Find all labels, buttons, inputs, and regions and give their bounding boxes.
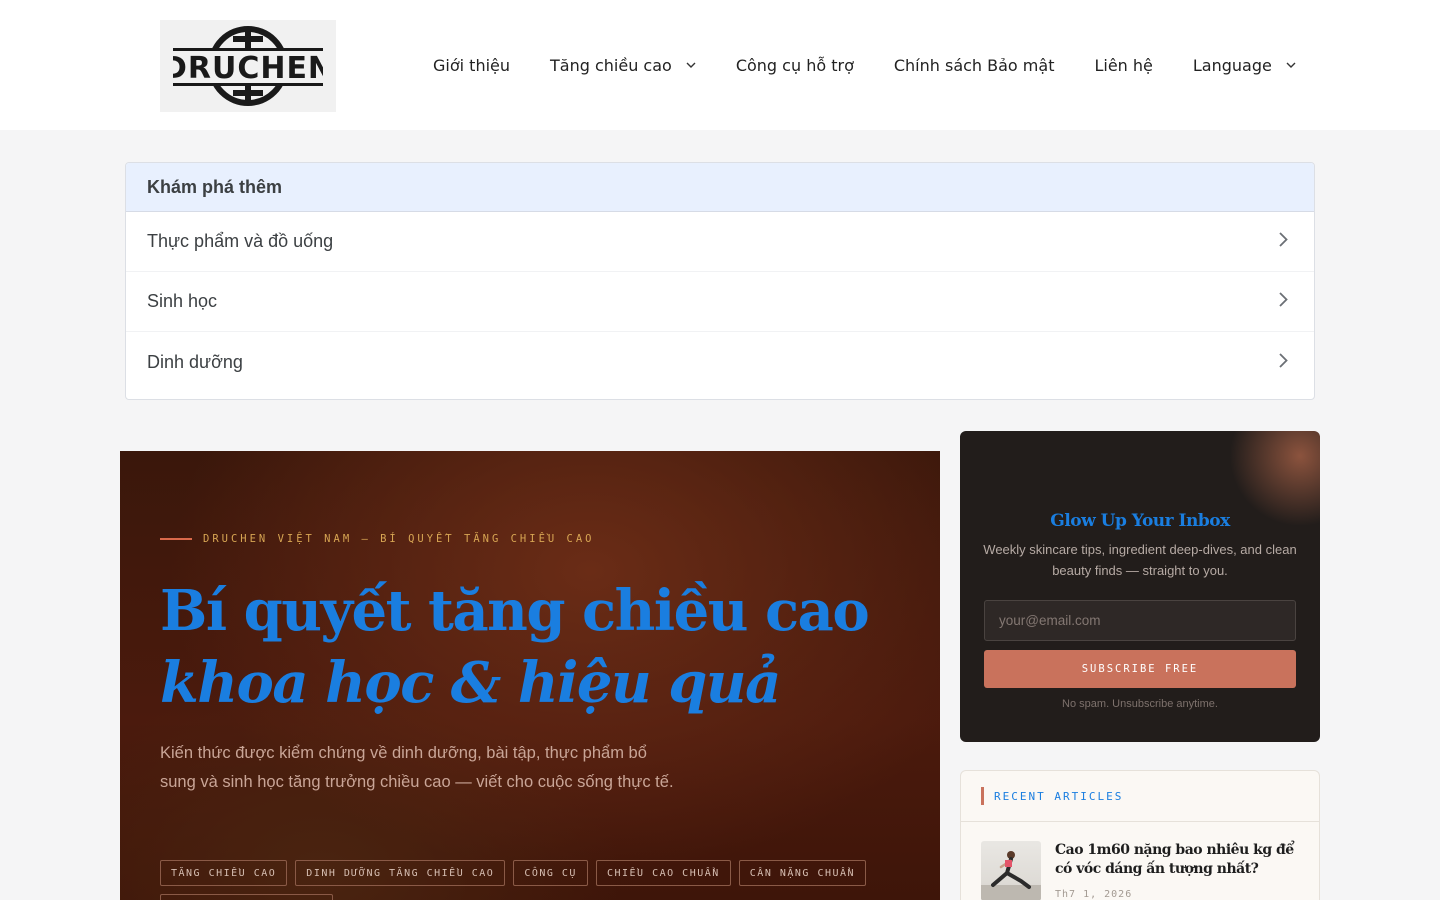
explore-title: Khám phá thêm (126, 163, 1314, 212)
hero-tags: TĂNG CHIỀU CAO DINH DƯỠNG TĂNG CHIỀU CAO… (160, 860, 880, 900)
recent-article-item[interactable]: Cao 1m60 nặng bao nhiêu kg để có vóc dán… (981, 841, 1305, 900)
newsletter-title: Glow Up Your Inbox (1050, 511, 1230, 531)
email-field[interactable] (984, 600, 1296, 641)
explore-item-dinh-duong[interactable]: Dinh dưỡng (126, 332, 1314, 392)
exercise-photo-icon (981, 851, 1041, 900)
article-text: Cao 1m60 nặng bao nhiêu kg để có vóc dán… (1055, 841, 1305, 900)
nav-item-cong-cu[interactable]: Công cụ hỗ trợ (716, 45, 874, 85)
recent-articles-header: RECENT ARTICLES (961, 771, 1319, 822)
tag-can-nang-chuan[interactable]: CÂN NẶNG CHUẨN (738, 860, 867, 886)
hero-title-italic: khoa học & hiệu quả (160, 650, 781, 716)
article-title: Cao 1m60 nặng bao nhiêu kg để có vóc dán… (1055, 842, 1294, 877)
nav-label: Liên hệ (1094, 55, 1153, 75)
nav-item-tang-chieu-cao[interactable]: Tăng chiều cao (530, 45, 716, 85)
explore-item-thuc-pham[interactable]: Thực phẩm và đồ uống (126, 212, 1314, 272)
eyebrow-text: DRUCHEN VIỆT NAM — BÍ QUYẾT TĂNG CHIỀU C… (203, 533, 595, 545)
hero-title-plain: Bí quyết tăng chiều cao (160, 578, 870, 644)
site-logo[interactable]: DRUCHEN (160, 20, 336, 112)
nav-label: Tăng chiều cao (550, 55, 672, 75)
newsletter-note: No spam. Unsubscribe anytime. (1062, 698, 1218, 710)
explore-more-panel: Khám phá thêm Thực phẩm và đồ uống Sinh … (125, 162, 1315, 400)
subscribe-button[interactable]: SUBSCRIBE FREE (984, 650, 1296, 688)
tag-tang-chieu-cao[interactable]: TĂNG CHIỀU CAO (160, 860, 288, 886)
nav-label: Giới thiệu (433, 55, 511, 75)
tag-dinh-duong[interactable]: DINH DƯỠNG TĂNG CHIỀU CAO (295, 860, 506, 886)
main-nav: Giới thiệu Tăng chiều cao Công cụ hỗ trợ… (413, 0, 1316, 130)
recent-articles-card: RECENT ARTICLES Cao 1m60 nặng bao nhiêu … (960, 770, 1320, 900)
tag-chieu-cao-chuan[interactable]: CHIỀU CAO CHUẨN (595, 860, 731, 886)
newsletter-card: Glow Up Your Inbox Weekly skincare tips,… (960, 431, 1320, 742)
hero-eyebrow: DRUCHEN VIỆT NAM — BÍ QUYẾT TĂNG CHIỀU C… (160, 533, 595, 545)
chevron-down-icon (686, 62, 696, 68)
nav-label: Công cụ hỗ trợ (735, 55, 854, 75)
nav-item-chinh-sach[interactable]: Chính sách Bảo mật (874, 45, 1075, 85)
tag-cut-off[interactable] (160, 894, 333, 900)
hero-title: Bí quyết tăng chiều cao khoa học & hiệu … (160, 575, 920, 719)
eyebrow-divider (160, 538, 192, 540)
site-header: DRUCHEN Giới thiệu Tăng chiều cao Công c… (0, 0, 1440, 130)
nav-item-lien-he[interactable]: Liên hệ (1074, 45, 1172, 85)
chevron-right-icon (1279, 291, 1288, 312)
tag-cong-cu[interactable]: CÔNG CỤ (513, 860, 588, 886)
explore-item-label: Thực phẩm và đồ uống (147, 231, 334, 251)
recent-articles-label: RECENT ARTICLES (994, 789, 1124, 803)
article-date: Th7 1, 2026 (1055, 889, 1133, 900)
explore-item-label: Dinh dưỡng (147, 351, 243, 372)
newsletter-subtitle: Weekly skincare tips, ingredient deep-di… (983, 542, 1297, 578)
druchen-logo-icon: DRUCHEN (173, 26, 323, 106)
chevron-right-icon (1279, 231, 1288, 252)
hero-section: DRUCHEN VIỆT NAM — BÍ QUYẾT TĂNG CHIỀU C… (120, 451, 940, 900)
chevron-right-icon (1279, 352, 1288, 373)
recent-accent-bar (981, 787, 984, 805)
article-thumbnail (981, 841, 1041, 900)
nav-label: Language (1192, 55, 1272, 75)
nav-label: Chính sách Bảo mật (893, 55, 1055, 75)
logo-text: DRUCHEN (173, 51, 323, 86)
explore-item-label: Sinh học (147, 291, 218, 311)
chevron-down-icon (1286, 62, 1296, 68)
explore-item-sinh-hoc[interactable]: Sinh học (126, 272, 1314, 332)
hero-description: Kiến thức được kiểm chứng về dinh dưỡng,… (160, 744, 674, 791)
nav-item-gioi-thieu[interactable]: Giới thiệu (413, 45, 530, 85)
nav-item-language[interactable]: Language (1173, 45, 1316, 85)
